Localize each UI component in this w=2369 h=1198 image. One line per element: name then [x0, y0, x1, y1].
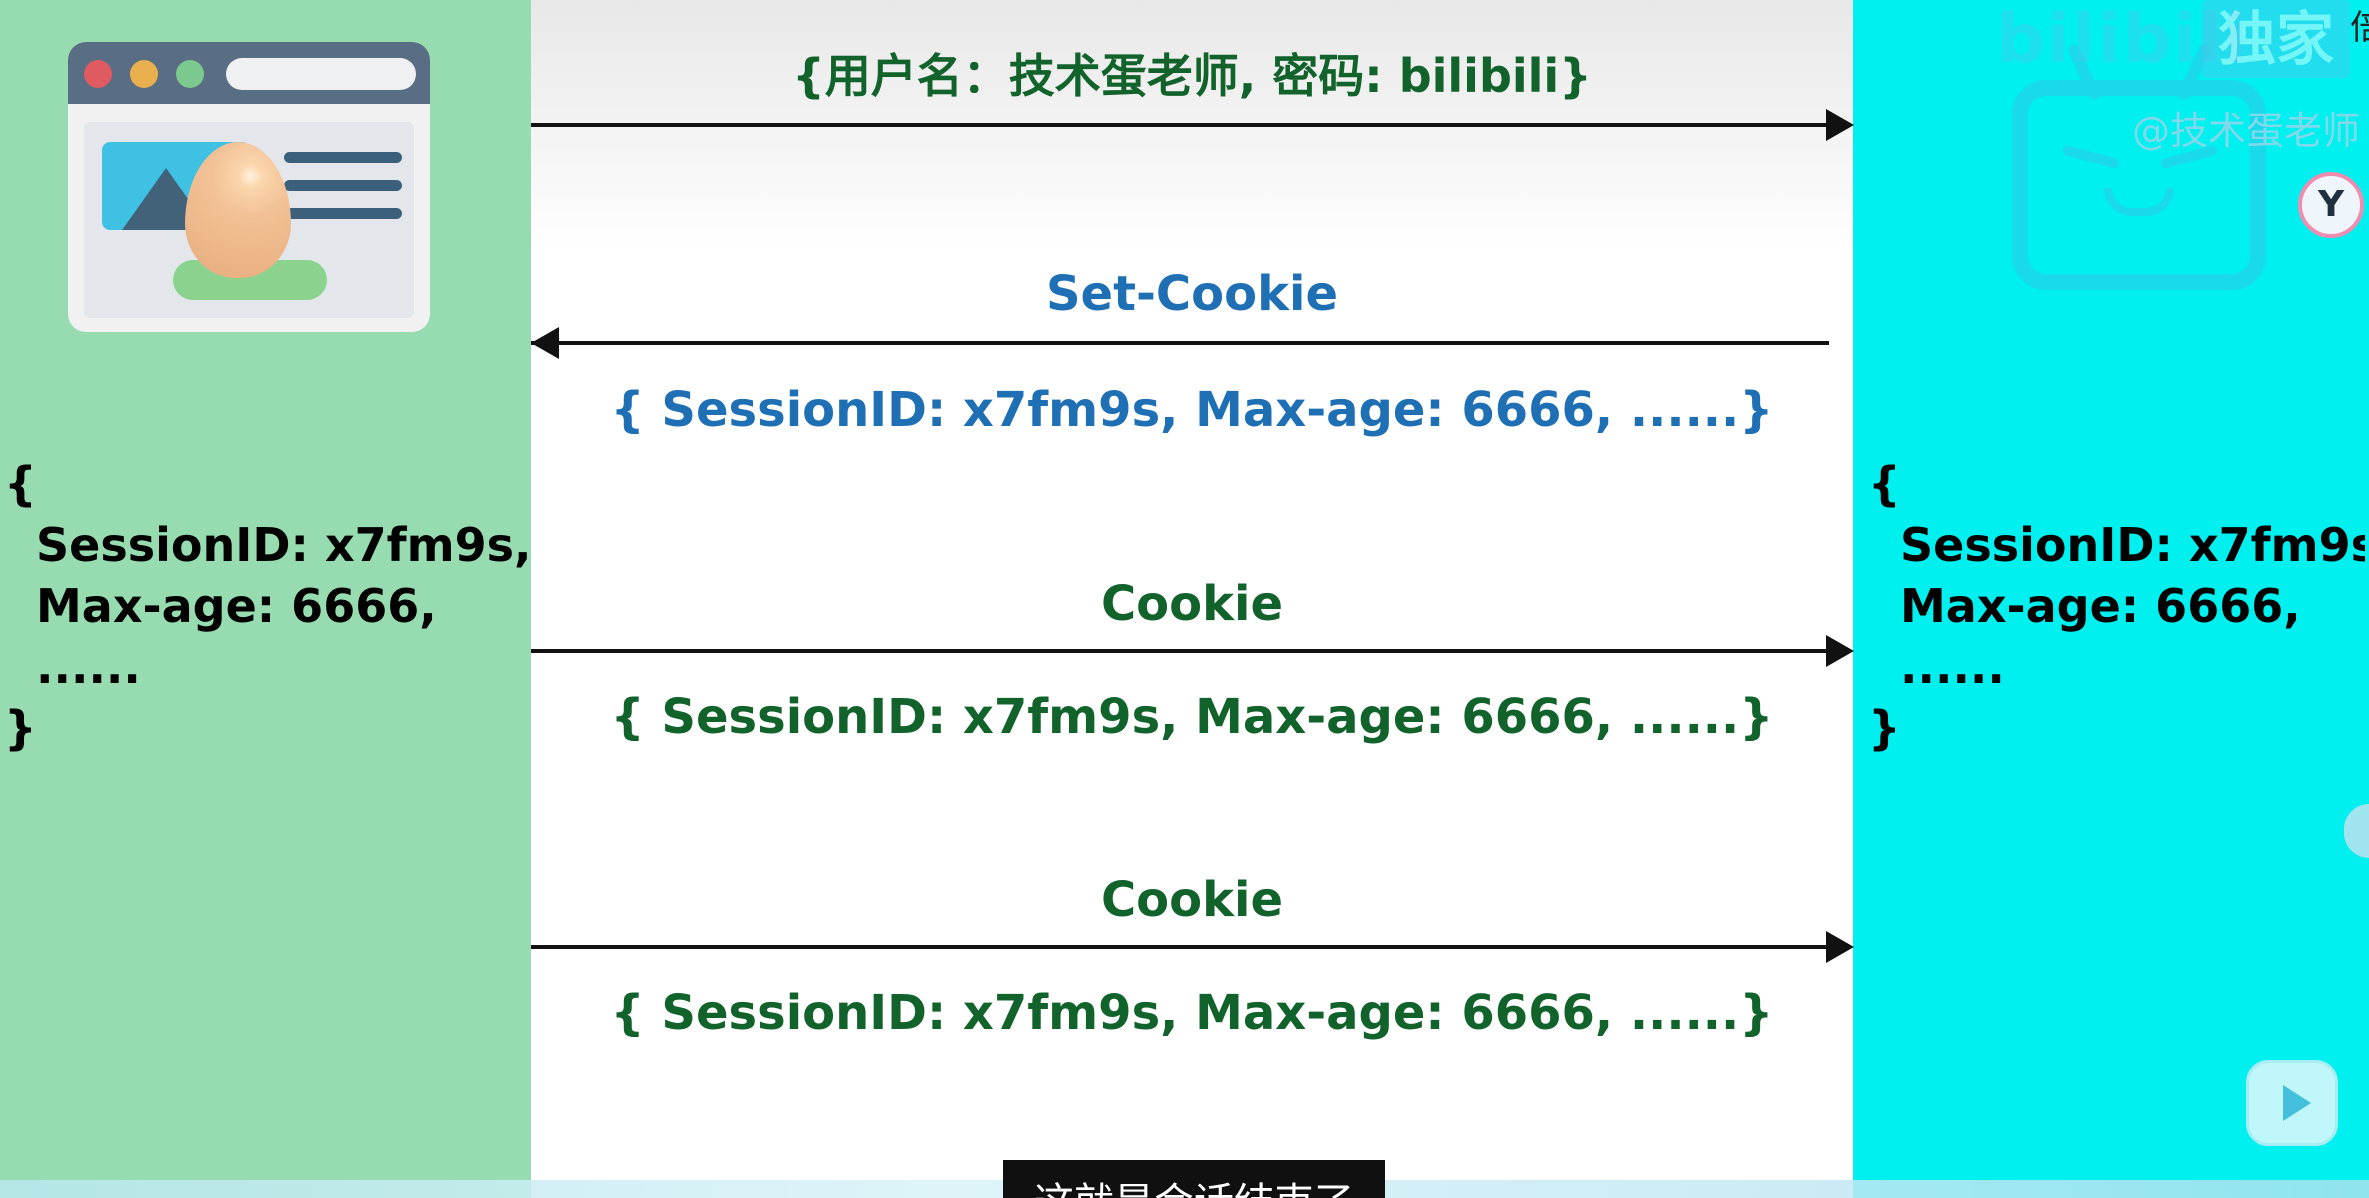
browser-window-icon	[68, 42, 430, 332]
corner-text: 倍	[2350, 8, 2369, 48]
text-line-shape	[284, 152, 402, 163]
tv-mouth-shape	[2104, 188, 2174, 216]
tv-eye-shape	[2061, 144, 2121, 170]
cookie-arrow-line-2	[531, 945, 1829, 949]
close-dot-icon	[84, 60, 112, 88]
cookie-value-1: { SessionID: x7fm9s, Max-age: 6666, ....…	[610, 689, 1774, 745]
cookie-label-2: Cookie	[1100, 872, 1284, 928]
login-request-text: {用户名：技术蛋老师, 密码: bilibili}	[792, 49, 1592, 103]
browser-titlebar	[68, 42, 430, 104]
cookie-value-2: { SessionID: x7fm9s, Max-age: 6666, ....…	[610, 985, 1774, 1041]
arrow-left-icon	[531, 327, 559, 359]
set-cookie-label: Set-Cookie	[1045, 266, 1339, 322]
uploader-avatar-icon[interactable]: Y	[2298, 172, 2364, 238]
subtitle-box: 这就是会话结束了	[1003, 1160, 1385, 1198]
address-bar-shape	[226, 58, 416, 90]
exclusive-badge: 独家	[2202, 0, 2350, 78]
cookie-arrow-line-1	[531, 649, 1829, 653]
author-watermark: @技术蛋老师	[2132, 109, 2361, 153]
server-session-store: { SessionID: x7fm9s, Max-age: 6666, ....…	[1868, 457, 2365, 755]
arrow-right-icon	[1826, 931, 1854, 963]
response-arrow-line	[531, 341, 1829, 345]
subtitle-text: 这就是会话结束了	[1003, 1170, 1385, 1198]
maximize-dot-icon	[176, 60, 204, 88]
arrow-right-icon	[1826, 109, 1854, 141]
set-cookie-value: { SessionID: x7fm9s, Max-age: 6666, ....…	[610, 382, 1774, 438]
minimize-dot-icon	[130, 60, 158, 88]
arrow-right-icon	[1826, 635, 1854, 667]
play-icon[interactable]	[2246, 1060, 2338, 1146]
request-arrow-line	[531, 123, 1829, 127]
text-line-shape	[284, 180, 402, 191]
client-session-store: { SessionID: x7fm9s, Max-age: 6666, ....…	[4, 457, 532, 755]
cookie-label-1: Cookie	[1100, 576, 1284, 632]
text-line-shape	[284, 208, 402, 219]
